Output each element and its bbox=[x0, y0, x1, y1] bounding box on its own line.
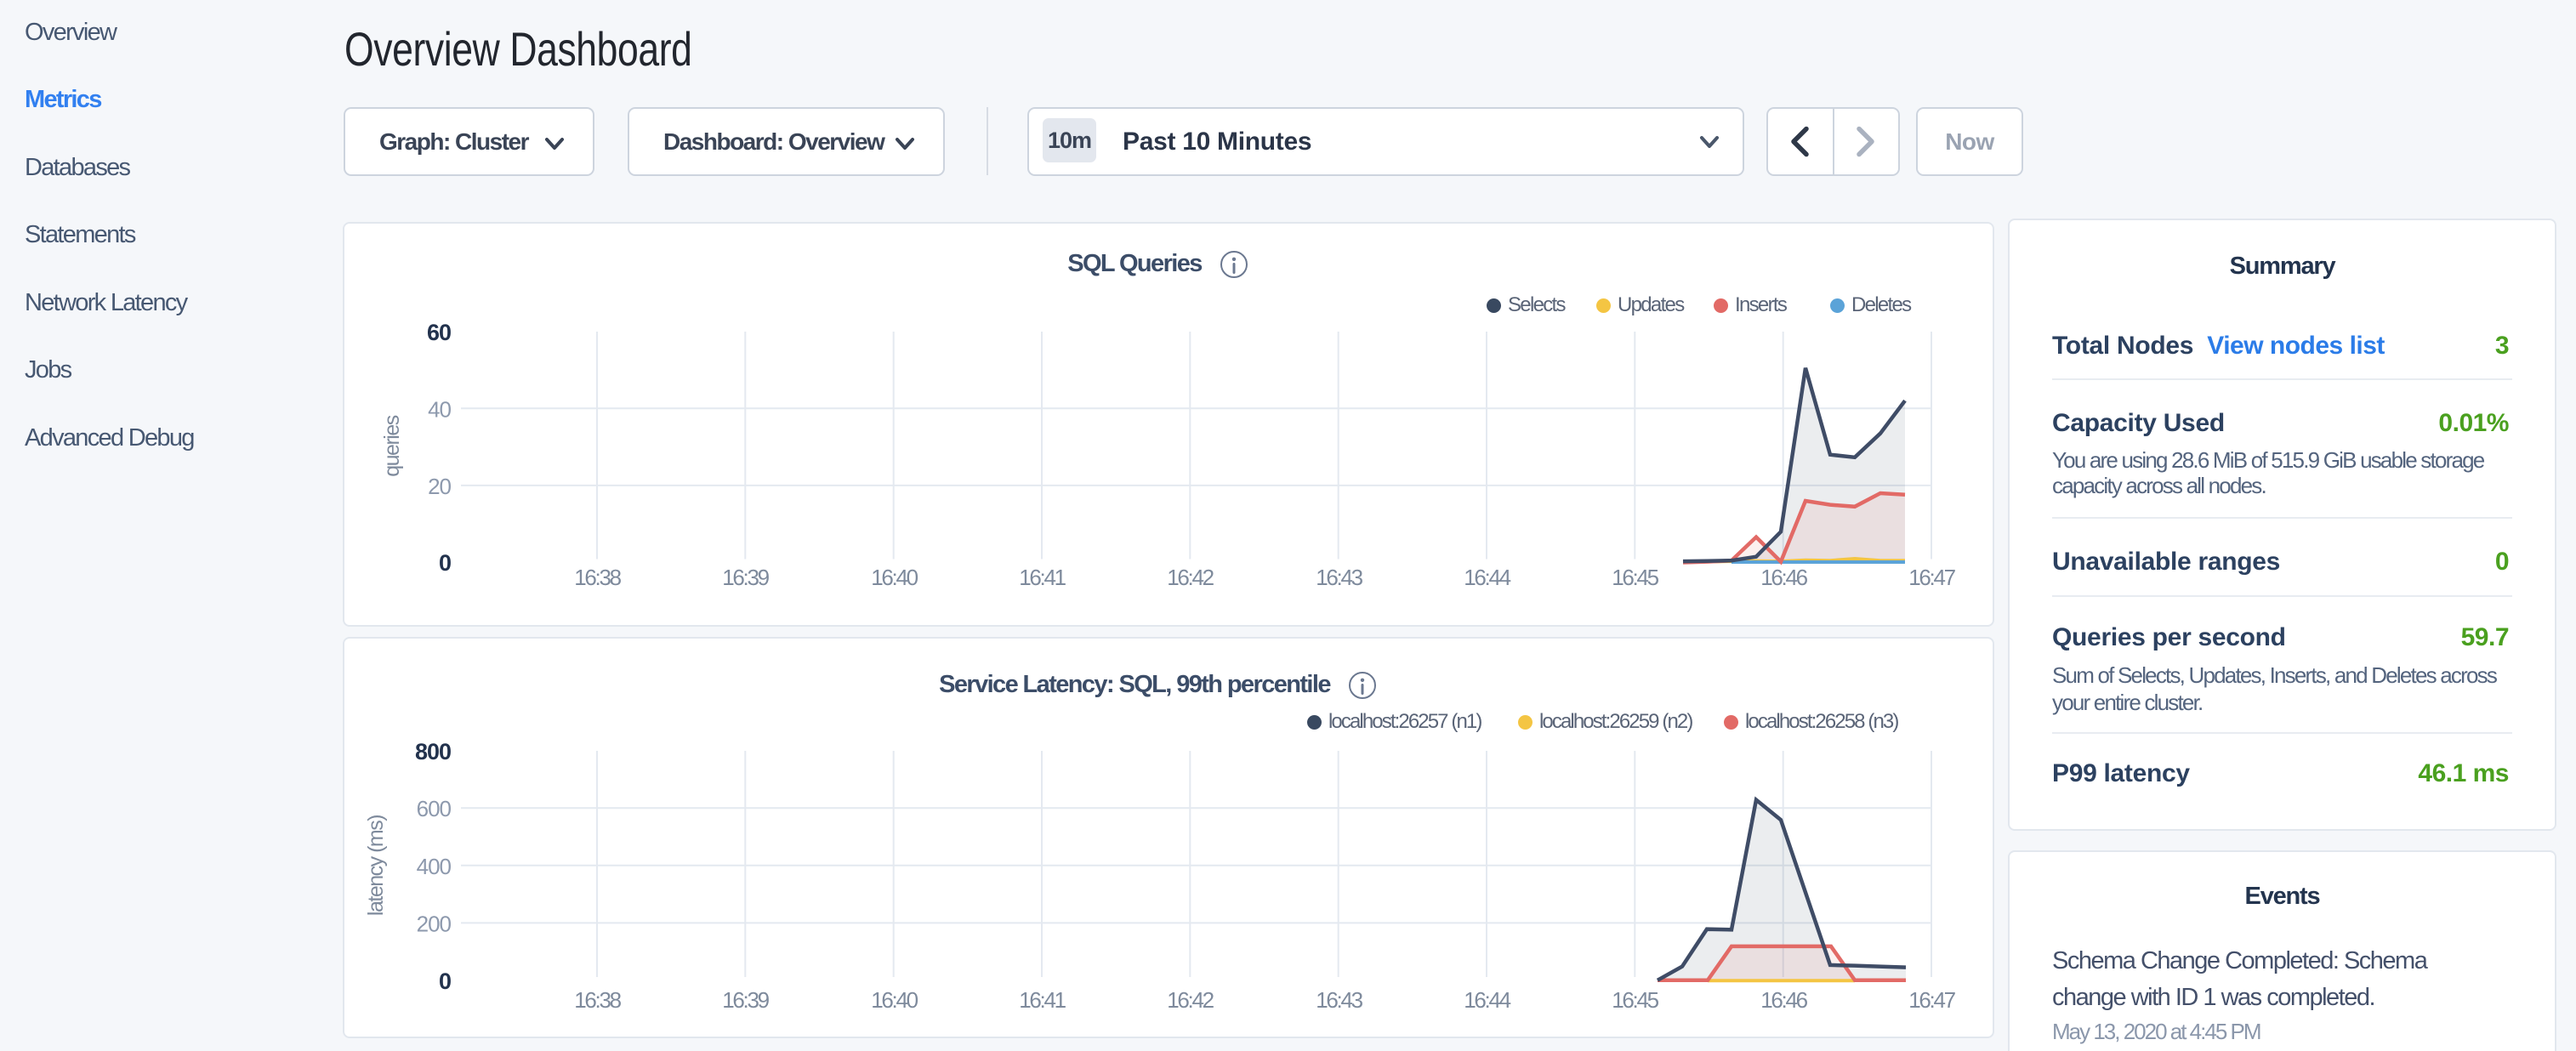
svg-text:16:45: 16:45 bbox=[1612, 565, 1658, 590]
svg-text:16:43: 16:43 bbox=[1316, 987, 1362, 1013]
svg-text:600: 600 bbox=[417, 796, 452, 821]
svg-text:16:47: 16:47 bbox=[1908, 987, 1955, 1013]
svg-text:16:38: 16:38 bbox=[574, 987, 621, 1013]
svg-text:16:44: 16:44 bbox=[1464, 987, 1510, 1013]
svg-text:16:42: 16:42 bbox=[1167, 565, 1214, 590]
svg-text:16:43: 16:43 bbox=[1316, 565, 1362, 590]
svg-text:16:46: 16:46 bbox=[1760, 565, 1807, 590]
svg-text:16:45: 16:45 bbox=[1612, 987, 1658, 1013]
svg-text:16:42: 16:42 bbox=[1167, 987, 1214, 1013]
svg-text:16:39: 16:39 bbox=[722, 987, 769, 1013]
svg-text:20: 20 bbox=[428, 474, 451, 499]
svg-text:40: 40 bbox=[428, 396, 451, 422]
svg-text:400: 400 bbox=[417, 854, 452, 879]
svg-text:16:38: 16:38 bbox=[574, 565, 621, 590]
svg-text:800: 800 bbox=[415, 739, 451, 764]
svg-text:16:41: 16:41 bbox=[1019, 565, 1066, 590]
svg-text:60: 60 bbox=[427, 320, 451, 345]
svg-text:16:46: 16:46 bbox=[1760, 987, 1807, 1013]
svg-text:latency (ms): latency (ms) bbox=[364, 815, 388, 916]
svg-text:queries: queries bbox=[380, 415, 404, 476]
svg-text:16:47: 16:47 bbox=[1908, 565, 1955, 590]
svg-text:16:40: 16:40 bbox=[871, 987, 918, 1013]
svg-text:16:39: 16:39 bbox=[722, 565, 769, 590]
svg-text:200: 200 bbox=[417, 911, 452, 936]
svg-text:0: 0 bbox=[439, 969, 451, 994]
svg-text:16:40: 16:40 bbox=[871, 565, 918, 590]
svg-text:16:41: 16:41 bbox=[1019, 987, 1066, 1013]
svg-text:16:44: 16:44 bbox=[1464, 565, 1510, 590]
svg-text:0: 0 bbox=[439, 550, 451, 576]
